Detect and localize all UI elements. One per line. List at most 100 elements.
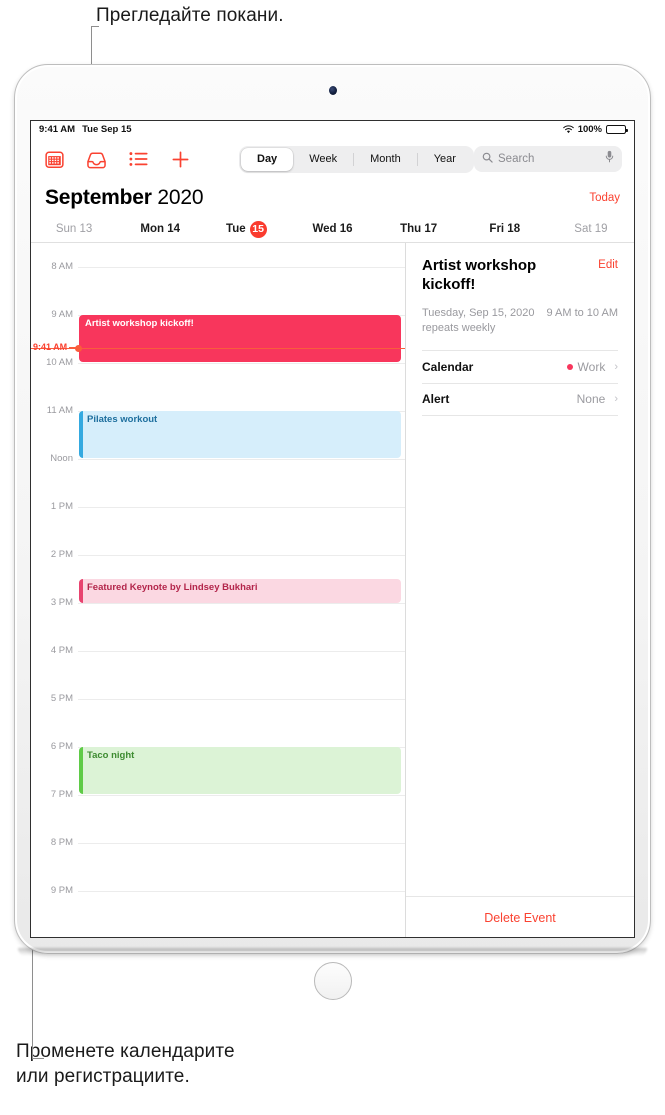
hour-line xyxy=(78,459,405,460)
weekday-fri[interactable]: Fri 18 xyxy=(462,223,548,235)
battery-percent-label: 100% xyxy=(577,124,602,135)
battery-icon xyxy=(606,125,628,134)
segment-year[interactable]: Year xyxy=(418,148,472,171)
hour-label: 6 PM xyxy=(50,741,73,752)
hour-row: 8 AM xyxy=(31,261,405,315)
hour-label: 10 AM xyxy=(46,357,73,368)
delete-event-button[interactable]: Delete Event xyxy=(484,911,556,925)
callout-top-text: Прегледайте покани. xyxy=(96,5,284,26)
weekday-label: Thu 17 xyxy=(400,223,438,235)
detail-row-value: None › xyxy=(577,392,618,406)
event-accent-bar xyxy=(79,747,83,794)
current-time-label: 9:41 AM xyxy=(33,342,68,352)
event-accent-bar xyxy=(79,411,83,458)
event-block-artist-workshop[interactable]: Artist workshop kickoff! xyxy=(79,315,401,362)
event-block-pilates[interactable]: Pilates workout xyxy=(79,411,401,458)
weekday-tue-selected[interactable]: Tue 15 xyxy=(203,220,289,238)
event-block-keynote[interactable]: Featured Keynote by Lindsey Bukhari xyxy=(79,579,401,603)
hour-row: 9 PM xyxy=(31,885,405,937)
callout-bottom-leader-end xyxy=(32,1058,44,1059)
hour-label: 4 PM xyxy=(50,645,73,656)
day-timeline-grid[interactable]: 8 AM 9 AM 10 AM 11 AM Noon 1 PM 2 PM 3 P… xyxy=(31,243,406,937)
detail-row-calendar[interactable]: Calendar Work › xyxy=(422,349,618,383)
segment-month[interactable]: Month xyxy=(354,148,417,171)
event-title: Taco night xyxy=(87,750,135,761)
segment-day[interactable]: Day xyxy=(241,147,294,171)
detail-row-alert[interactable]: Alert None › xyxy=(422,382,618,416)
weekday-thu[interactable]: Thu 17 xyxy=(376,223,462,235)
screenshot-root: Прегледайте покани. Променете календарит… xyxy=(0,0,665,1115)
hour-line xyxy=(78,363,405,364)
list-icon[interactable] xyxy=(127,148,149,170)
current-time-dot xyxy=(75,345,82,352)
search-placeholder: Search xyxy=(498,153,535,165)
hour-label: 9 AM xyxy=(51,309,73,320)
event-block-taco-night[interactable]: Taco night xyxy=(79,747,401,794)
hour-label: 2 PM xyxy=(50,549,73,560)
hour-row: 7 PM xyxy=(31,789,405,843)
inbox-icon[interactable] xyxy=(85,148,107,170)
status-date: Tue Sep 15 xyxy=(82,124,132,135)
event-title: Featured Keynote by Lindsey Bukhari xyxy=(87,582,258,593)
weekday-label: Tue xyxy=(226,223,246,235)
front-camera xyxy=(328,86,337,95)
hour-line xyxy=(78,795,405,796)
hour-line xyxy=(78,843,405,844)
weekday-label: Sat 19 xyxy=(574,223,608,235)
hour-label: Noon xyxy=(50,453,73,464)
hour-line xyxy=(78,891,405,892)
calendar-color-dot-icon xyxy=(566,363,573,370)
weekday-label: Sun 13 xyxy=(55,223,93,235)
hour-label: 8 AM xyxy=(51,261,73,272)
detail-row-value: Work › xyxy=(566,360,618,374)
hour-row: 3 PM xyxy=(31,597,405,651)
year-label: 2020 xyxy=(157,186,204,209)
segment-week[interactable]: Week xyxy=(293,148,353,171)
microphone-icon[interactable] xyxy=(605,150,614,168)
weekday-sun[interactable]: Sun 13 xyxy=(31,223,117,235)
weekday-sat[interactable]: Sat 19 xyxy=(548,223,634,235)
hour-line xyxy=(78,651,405,652)
hour-row: 10 AM xyxy=(31,357,405,411)
event-accent-bar xyxy=(79,579,83,603)
weekday-label: Mon 14 xyxy=(140,223,181,235)
hour-label: 8 PM xyxy=(50,837,73,848)
hour-label: 5 PM xyxy=(50,693,73,704)
page-title: September 2020 xyxy=(45,186,204,210)
alert-value: None xyxy=(576,392,606,406)
hour-label: 1 PM xyxy=(50,501,73,512)
calendars-icon[interactable] xyxy=(43,148,65,170)
weekday-wed[interactable]: Wed 16 xyxy=(289,223,375,235)
status-bar: 9:41 AM Tue Sep 15 100% xyxy=(31,121,634,138)
hour-line xyxy=(78,507,405,508)
hour-row: Noon xyxy=(31,453,405,507)
weekday-label: Fri 18 xyxy=(489,223,521,235)
hour-label: 3 PM xyxy=(50,597,73,608)
hour-line xyxy=(78,603,405,604)
app-toolbar: Day Week Month Year Search xyxy=(31,138,634,180)
search-input[interactable]: Search xyxy=(474,146,622,172)
add-event-icon[interactable] xyxy=(169,148,191,170)
ipad-screen: 9:41 AM Tue Sep 15 100% Day Week Month Y… xyxy=(30,120,635,938)
hour-label: 9 PM xyxy=(50,885,73,896)
edit-button[interactable]: Edit xyxy=(598,257,618,271)
callout-top-leader-elbow xyxy=(91,26,99,27)
hour-line xyxy=(78,699,405,700)
event-detail-rows: Calendar Work › Alert None › xyxy=(422,349,618,416)
hour-row: 5 PM xyxy=(31,693,405,747)
today-button[interactable]: Today xyxy=(589,192,620,204)
month-label: September xyxy=(45,186,152,209)
home-button[interactable] xyxy=(313,962,352,1000)
hour-line xyxy=(78,555,405,556)
status-time: 9:41 AM xyxy=(39,124,76,135)
hour-row: 4 PM xyxy=(31,645,405,699)
weekday-label: Wed 16 xyxy=(312,223,353,235)
month-header: September 2020 Today xyxy=(31,180,634,216)
hour-row: 8 PM xyxy=(31,837,405,891)
weekday-mon[interactable]: Mon 14 xyxy=(117,223,203,235)
current-time-indicator: 9:41 AM xyxy=(31,342,405,352)
detail-row-label: Alert xyxy=(422,392,450,406)
view-segmented-control[interactable]: Day Week Month Year xyxy=(239,145,474,173)
wifi-icon xyxy=(562,125,574,134)
event-detail-date: Tuesday, Sep 15, 2020 xyxy=(422,306,535,319)
